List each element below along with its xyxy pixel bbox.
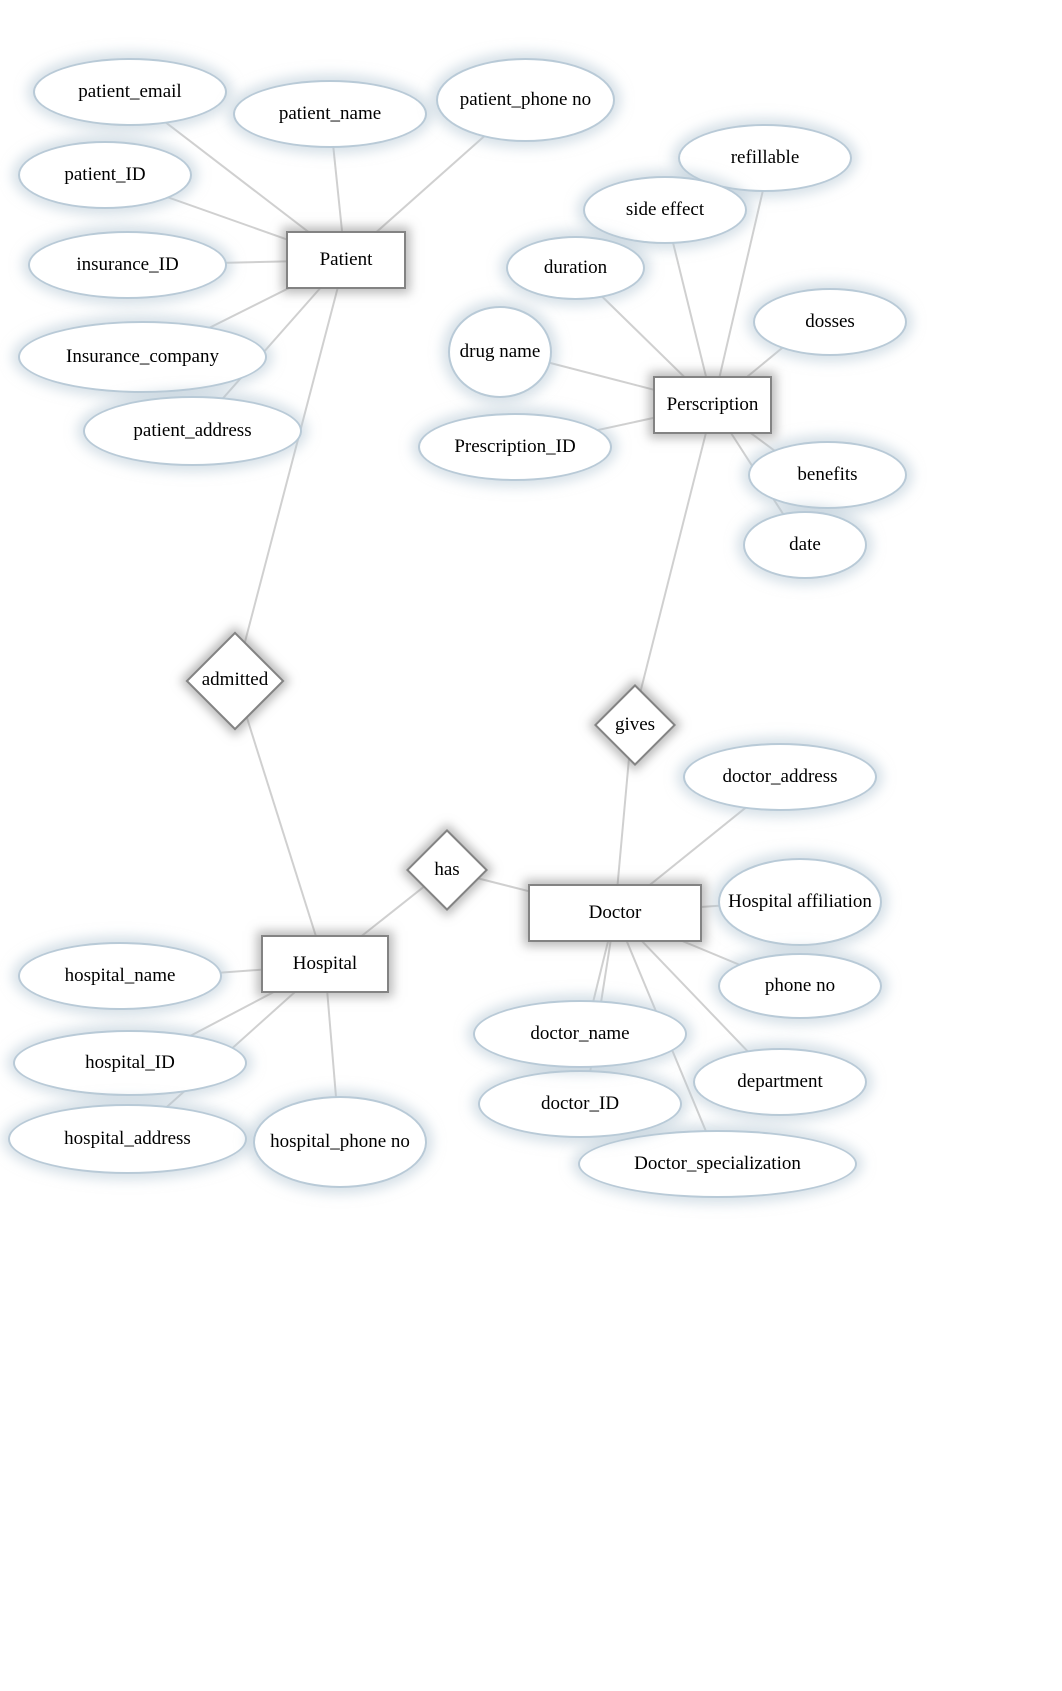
attr-phone-no: phone no — [720, 955, 880, 1017]
entity-prescription: Perscription — [655, 378, 770, 432]
attr-duration: duration — [508, 238, 643, 298]
rel-has: has — [382, 825, 512, 915]
rel-gives: gives — [570, 680, 700, 770]
attr-drug-name: drug name — [450, 308, 550, 396]
rel-admitted-label: admitted — [150, 630, 320, 730]
attr-hospital-phone-no: hospital_phone no — [255, 1098, 425, 1186]
attr-doctor-id: doctor_ID — [480, 1072, 680, 1136]
attr-patient-name: patient_name — [235, 82, 425, 146]
attr-hospital-affiliation: Hospital affiliation — [720, 860, 880, 944]
entity-patient: Patient — [288, 233, 404, 287]
entity-doctor: Doctor — [530, 886, 700, 940]
attr-patient-address: patient_address — [85, 398, 300, 464]
attr-date: date — [745, 513, 865, 577]
attr-doctor-specialization: Doctor_specialization — [580, 1132, 855, 1196]
attr-patient-phone-no: patient_phone no — [438, 60, 613, 140]
attr-insurance-id: insurance_ID — [30, 233, 225, 297]
attr-refillable: refillable — [680, 126, 850, 190]
attr-hospital-name: hospital_name — [20, 944, 220, 1008]
rel-admitted: admitted — [150, 630, 320, 730]
rel-gives-label: gives — [570, 680, 700, 770]
entity-hospital: Hospital — [263, 937, 387, 991]
attr-benefits: benefits — [750, 443, 905, 507]
attr-dosses: dosses — [755, 290, 905, 354]
attr-department: department — [695, 1050, 865, 1114]
attr-side-effect: side effect — [585, 178, 745, 242]
attr-patient-id: patient_ID — [20, 143, 190, 207]
attr-insurance-company: Insurance_company — [20, 323, 265, 391]
rel-has-label: has — [382, 825, 512, 915]
attr-doctor-name: doctor_name — [475, 1002, 685, 1066]
attr-hospital-id: hospital_ID — [15, 1032, 245, 1094]
attr-prescription-id: Prescription_ID — [420, 415, 610, 479]
attr-patient-email: patient_email — [35, 60, 225, 124]
attr-doctor-address: doctor_address — [685, 745, 875, 809]
attr-hospital-address: hospital_address — [10, 1106, 245, 1172]
